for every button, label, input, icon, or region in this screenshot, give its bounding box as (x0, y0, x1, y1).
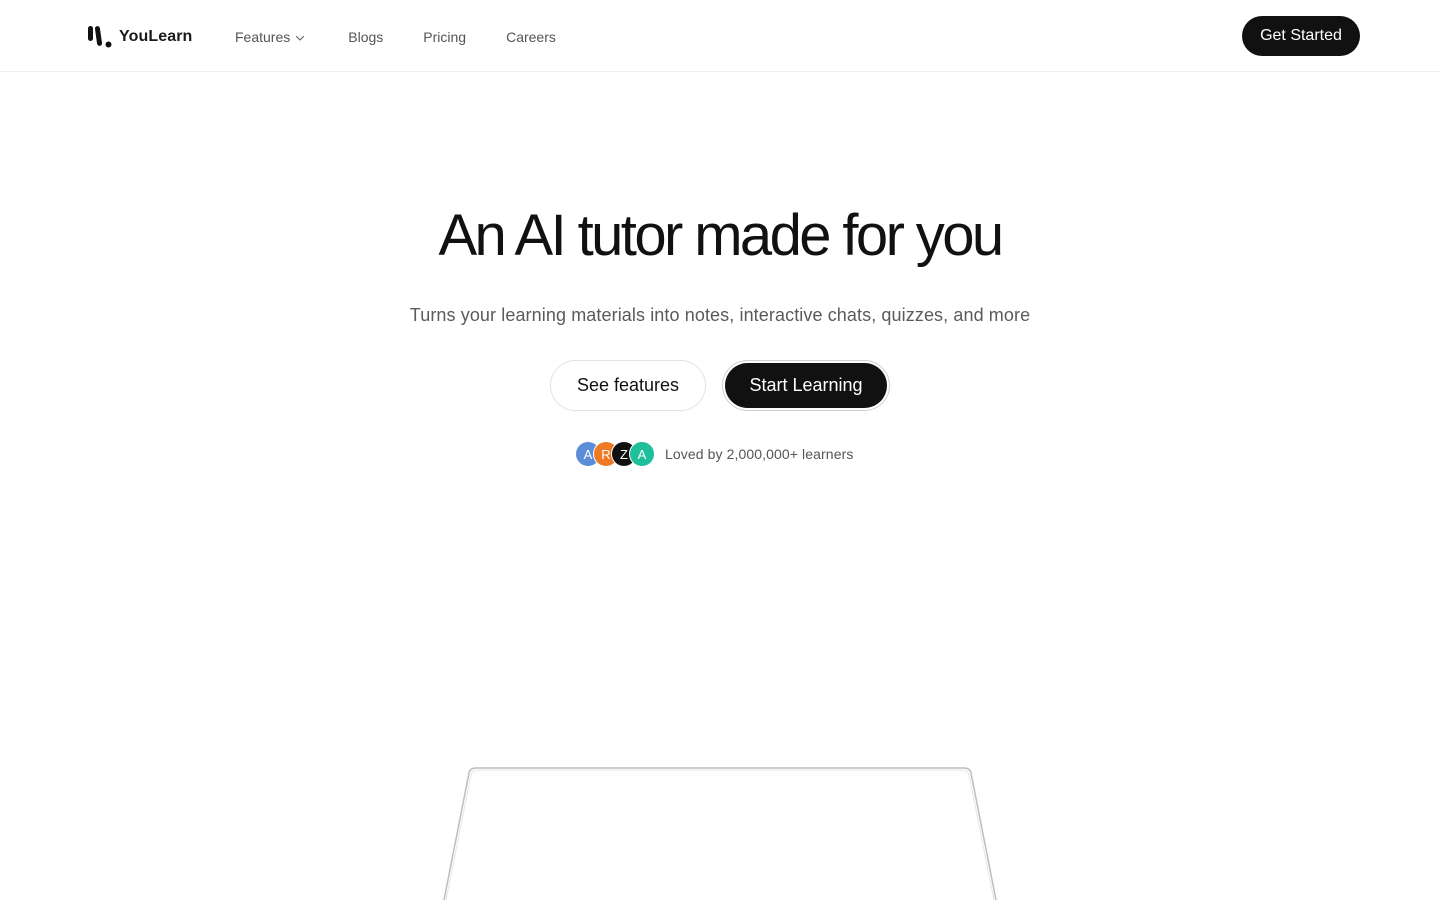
nav-item-features[interactable]: Features (235, 26, 306, 48)
youlearn-logo-icon (88, 26, 112, 48)
nav-item-label: Features (235, 29, 291, 45)
chevron-down-icon (296, 35, 305, 41)
main-nav: Features Blogs Pricing Careers (235, 26, 596, 48)
social-proof: A R Z A Loved by 2,000,000+ learners (575, 440, 853, 468)
learner-count-text: Loved by 2,000,000+ learners (665, 446, 854, 462)
start-learning-button[interactable]: Start Learning (725, 363, 887, 408)
avatar-stack: A R Z A (575, 440, 657, 468)
nav-item-blogs[interactable]: Blogs (348, 26, 383, 48)
nav-item-careers[interactable]: Careers (506, 26, 556, 48)
nav-item-label: Careers (506, 29, 556, 45)
brand-name: YouLearn (119, 28, 193, 45)
nav-item-label: Blogs (348, 29, 384, 45)
nav-item-pricing[interactable]: Pricing (423, 26, 466, 48)
landing-page: YouLearn Features Blogs Pricing Careers … (0, 0, 1440, 900)
device-preview-frame (443, 767, 997, 900)
hero-cta-group: See features Start Learning (550, 360, 890, 411)
hero-title: An AI tutor made for you (438, 203, 1004, 268)
top-navigation-bar: YouLearn Features Blogs Pricing Careers … (0, 0, 1440, 72)
hero-subtitle: Turns your learning materials into notes… (409, 305, 1031, 325)
nav-item-label: Pricing (423, 29, 467, 45)
see-features-button[interactable]: See features (550, 360, 706, 411)
avatar: A (629, 441, 655, 467)
brand-logo[interactable]: YouLearn (87, 25, 192, 49)
get-started-button[interactable]: Get Started (1242, 16, 1360, 56)
start-learning-button-ring: Start Learning (722, 360, 890, 411)
